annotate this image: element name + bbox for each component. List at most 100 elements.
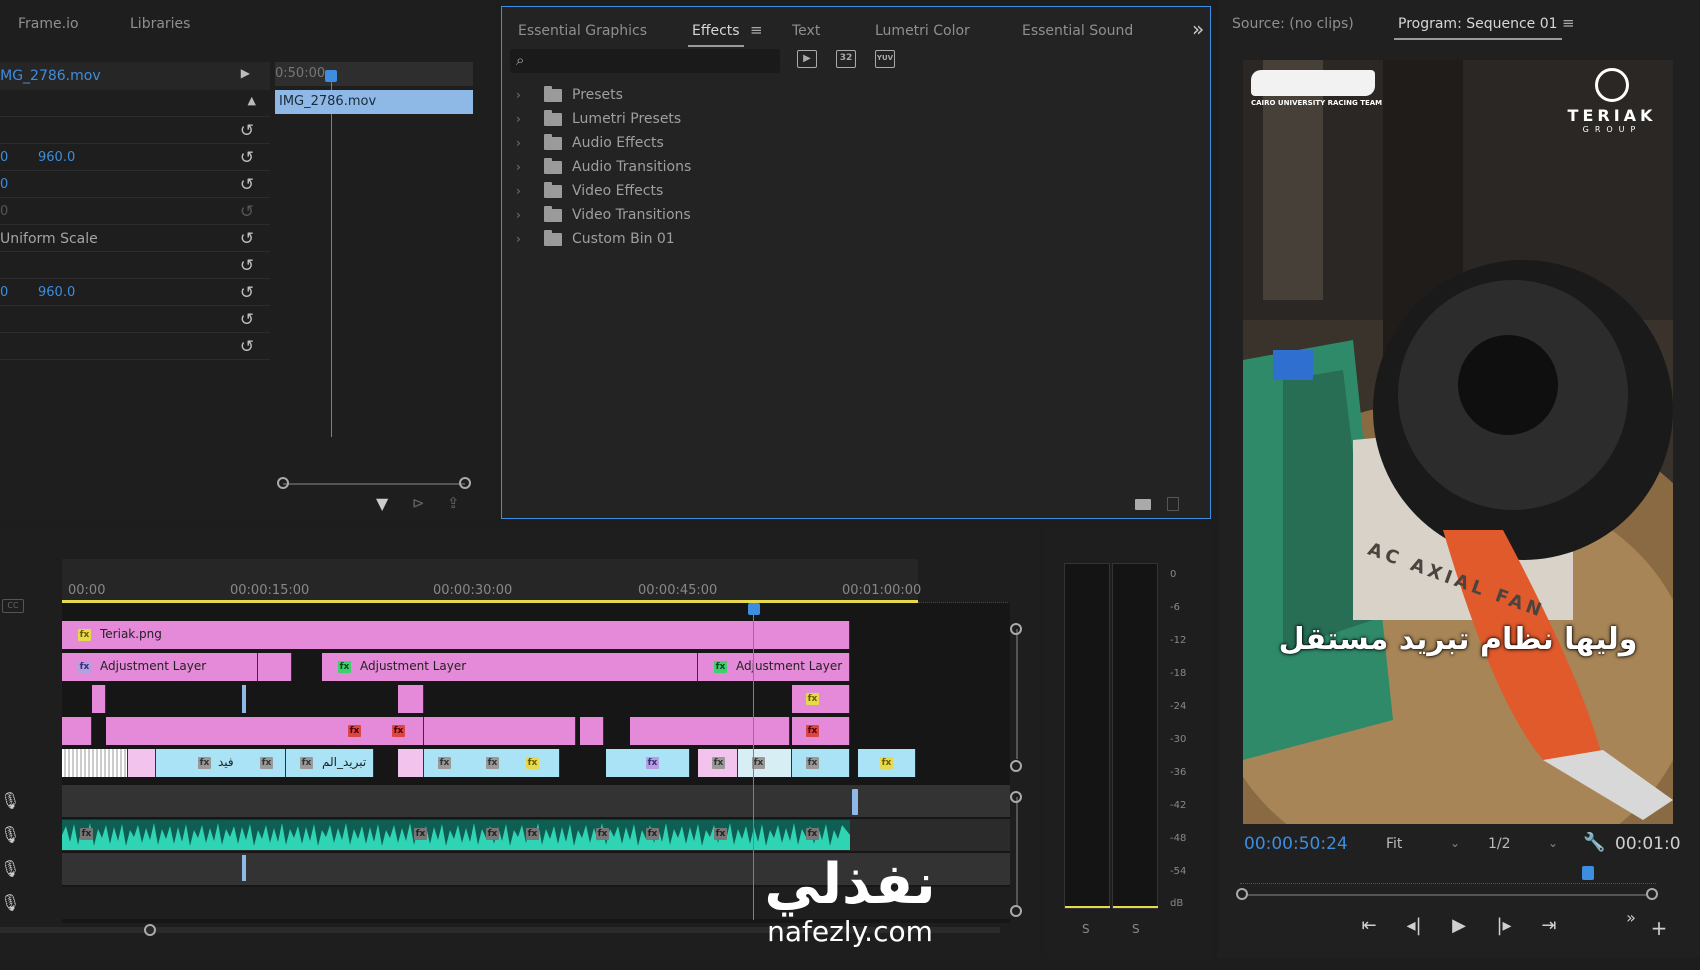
clip-v1-pink-b[interactable] (398, 749, 424, 777)
go-to-in-icon[interactable]: ⇤ (1356, 915, 1382, 936)
trash-icon[interactable] (1167, 497, 1179, 511)
accelerated-effects-icon[interactable]: ▶ (797, 50, 817, 68)
overflow-icon[interactable]: » (1192, 17, 1204, 41)
clip-name[interactable]: IMG_2786.mov (0, 68, 101, 84)
ec-scroll-left-handle[interactable] (277, 477, 289, 489)
clip-adjustment-small[interactable] (258, 653, 292, 681)
meter-solo-right[interactable]: S (1132, 922, 1140, 936)
edit-marker[interactable] (242, 685, 246, 713)
tab-source[interactable]: Source: (no clips) (1232, 16, 1354, 32)
chevron-down-icon[interactable]: ⌄ (1548, 836, 1558, 850)
clip-v2-d[interactable] (424, 717, 576, 745)
reset-icon[interactable]: ↺ (238, 230, 256, 248)
timeline-playhead-handle[interactable] (748, 603, 760, 615)
v-scroll-handle-bottom[interactable] (1010, 760, 1022, 772)
a-scroll-handle-top[interactable] (1010, 791, 1022, 803)
expand-triangle-icon[interactable]: ▶ (241, 66, 250, 80)
clip-v1-c[interactable]: fx fx fx (424, 749, 560, 777)
program-menu-icon[interactable]: ≡ (1562, 14, 1575, 32)
timeline-ruler[interactable]: 00:00 00:00:15:00 00:00:30:00 00:00:45:0… (62, 559, 921, 603)
reset-icon[interactable]: ↺ (238, 149, 256, 167)
clip-v1-g[interactable]: fx (858, 749, 916, 777)
reset-icon[interactable]: ↺ (238, 122, 256, 140)
clip-v2-c[interactable]: fx (376, 717, 424, 745)
property-value[interactable]: 0 (0, 177, 8, 192)
tab-libraries[interactable]: Libraries (130, 16, 190, 32)
yuv-effects-icon[interactable]: YUV (875, 50, 895, 68)
chevron-down-icon[interactable]: ⌄ (1450, 836, 1460, 850)
a-scroll-handle-bottom[interactable] (1010, 905, 1022, 917)
clip-teriak-png[interactable]: fx Teriak.png (62, 621, 850, 649)
reset-icon[interactable]: ↺ (238, 338, 256, 356)
ripple-icon[interactable]: ⊳ (412, 494, 425, 512)
monitor-scroll-left-handle[interactable] (1236, 888, 1248, 900)
clip-v3-a[interactable] (92, 685, 106, 713)
h-scroll-handle[interactable] (144, 924, 156, 936)
clip-v2-f[interactable] (630, 717, 790, 745)
reset-icon[interactable]: ↺ (238, 284, 256, 302)
step-back-icon[interactable]: ◂| (1401, 915, 1427, 936)
clip-v2-g[interactable]: fx (792, 717, 850, 745)
clip-v1-pink-a[interactable] (128, 749, 156, 777)
monitor-scroll-track[interactable] (1246, 894, 1646, 896)
effects-menu-icon[interactable]: ≡ (750, 21, 763, 39)
tree-item-audio-transitions[interactable]: › Audio Transitions (502, 155, 691, 179)
tab-lumetri-color[interactable]: Lumetri Color (875, 23, 970, 39)
resolution-dropdown[interactable]: 1/2 (1488, 836, 1511, 852)
tree-item-audio-effects[interactable]: › Audio Effects (502, 131, 664, 155)
tab-essential-sound[interactable]: Essential Sound (1022, 23, 1133, 39)
clip-v1-a[interactable]: fx فيد fx (156, 749, 286, 777)
collapse-triangle-icon[interactable]: ▲ (248, 94, 256, 107)
captions-icon[interactable]: CC (2, 599, 24, 613)
filter-icon[interactable]: ▼ (376, 494, 388, 513)
property-value[interactable]: 0 (0, 285, 8, 300)
tab-frameio[interactable]: Frame.io (18, 16, 79, 32)
clip-adjustment-layer-3[interactable]: fx Adjustment Layer (698, 653, 850, 681)
tree-item-lumetri-presets[interactable]: › Lumetri Presets (502, 107, 681, 131)
clip-v2-b[interactable]: fx (106, 717, 418, 745)
monitor-scroll-right-handle[interactable] (1646, 888, 1658, 900)
ec-playhead-handle[interactable] (325, 70, 337, 82)
new-bin-icon[interactable] (1135, 499, 1151, 510)
go-to-out-icon[interactable]: ⇥ (1536, 915, 1562, 936)
clip-v1-hatched[interactable] (62, 749, 128, 777)
tree-item-presets[interactable]: › Presets (502, 83, 623, 107)
clip-v1-e[interactable]: fx (738, 749, 792, 777)
chevron-right-icon[interactable]: › (516, 160, 530, 174)
clip-v2-a[interactable] (62, 717, 92, 745)
chevron-right-icon[interactable]: › (516, 184, 530, 198)
play-icon[interactable]: ▶ (1446, 915, 1472, 936)
clip-v3-b[interactable] (398, 685, 424, 713)
clip-adjustment-layer-1[interactable]: fx Adjustment Layer (62, 653, 258, 681)
export-icon[interactable]: ⇪ (447, 494, 460, 512)
microphone-icon[interactable]: 🎙 (0, 893, 20, 912)
chevron-right-icon[interactable]: › (516, 208, 530, 222)
more-controls-icon[interactable]: » (1618, 908, 1644, 927)
chevron-right-icon[interactable]: › (516, 232, 530, 246)
microphone-icon[interactable]: 🎙 (0, 825, 20, 844)
reset-icon[interactable]: ↺ (238, 311, 256, 329)
chevron-right-icon[interactable]: › (516, 88, 530, 102)
chevron-right-icon[interactable]: › (516, 136, 530, 150)
effects-search-field[interactable]: ⌕ (510, 49, 780, 73)
tree-item-video-effects[interactable]: › Video Effects (502, 179, 663, 203)
clip-v1-pink-c[interactable]: fx (698, 749, 738, 777)
fit-dropdown[interactable]: Fit (1386, 836, 1402, 852)
reset-icon[interactable]: ↺ (238, 257, 256, 275)
clip-v1-b[interactable]: fx تبريد_الم (286, 749, 374, 777)
clip-v1-f[interactable]: fx (792, 749, 850, 777)
v-scroll-track[interactable] (1016, 629, 1018, 759)
wrench-icon[interactable]: 🔧 (1583, 832, 1605, 853)
monitor-playhead[interactable] (1582, 866, 1594, 880)
meter-solo-left[interactable]: S (1082, 922, 1090, 936)
chevron-right-icon[interactable]: › (516, 112, 530, 126)
program-video-frame[interactable]: CAIRO UNIVERSITY RACING TEAM TERIAK GROU… (1243, 60, 1673, 824)
clip-adjustment-layer-2[interactable]: fx Adjustment Layer (322, 653, 698, 681)
ec-scroll-right-handle[interactable] (459, 477, 471, 489)
add-button-icon[interactable]: + (1646, 916, 1672, 940)
tab-essential-graphics[interactable]: Essential Graphics (518, 23, 647, 39)
v-scroll-handle-top[interactable] (1010, 623, 1022, 635)
property-value[interactable]: 960.0 (38, 150, 75, 165)
property-value[interactable]: 0 (0, 150, 8, 165)
ec-clip-bar[interactable]: IMG_2786.mov (275, 90, 473, 114)
